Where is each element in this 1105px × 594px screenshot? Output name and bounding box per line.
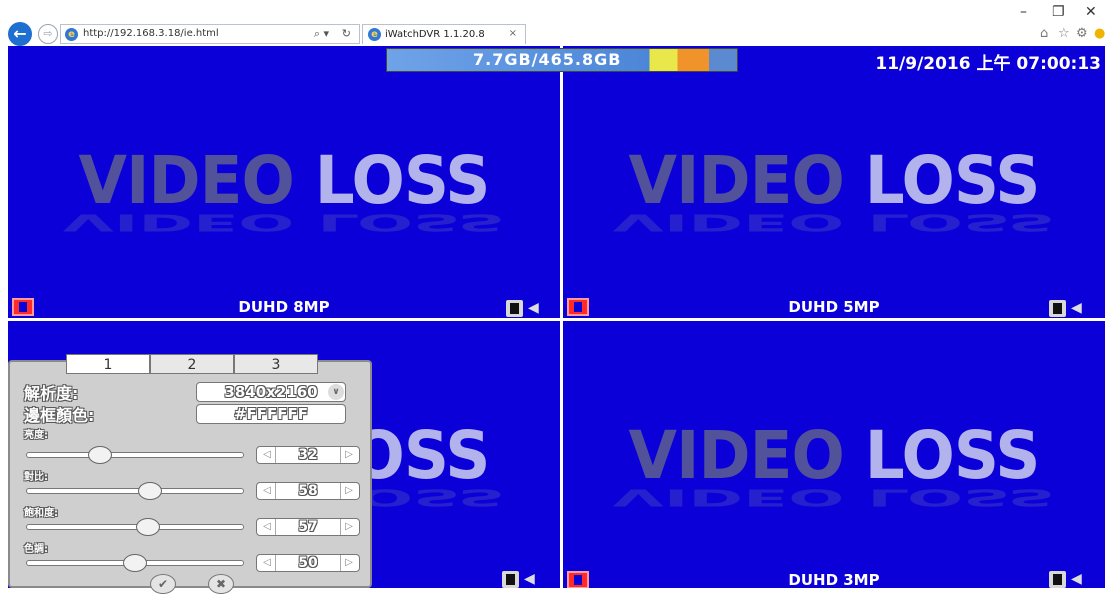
forward-icon[interactable]: ⇨ [38,24,58,44]
tab-title: iWatchDVR 1.1.20.8 [385,29,485,40]
increment-icon[interactable]: ▷ [340,447,357,463]
video-loss-reflection: VIDEO LOSS [612,209,1056,236]
saturation-value: 57 [298,519,318,535]
contrast-slider[interactable] [26,482,244,500]
record-icon[interactable] [506,300,523,317]
slider-thumb[interactable] [138,482,162,500]
saturation-slider[interactable] [26,518,244,536]
border-color-label: 邊框顏色: [24,406,95,425]
camera-controls: ◀ [1049,571,1089,588]
ie-icon: e [65,28,78,41]
record-icon[interactable] [1049,571,1066,588]
camera-cell-4[interactable]: VIDEO LOSS VIDEO LOSS DUHD 3MP ◀ [563,321,1105,588]
camera-settings-panel: 1 2 3 解析度: 3840x2160 ∨ 邊框顏色: #FFFFFF 亮度:… [8,354,372,588]
speaker-icon[interactable]: ◀ [1071,571,1082,587]
settings-tabs: 1 2 3 [66,354,324,376]
decrement-icon[interactable]: ◁ [259,447,276,463]
contrast-value: 58 [298,483,318,499]
video-loss-text: VIDEO LOSS [628,417,1041,494]
speaker-icon[interactable]: ◀ [524,571,535,587]
border-color-field[interactable]: #FFFFFF [196,404,346,424]
hue-slider[interactable] [26,554,244,572]
dvr-viewer: VIDEO LOSS VIDEO LOSS DUHD 8MP ◀ VIDEO L… [0,46,1105,594]
resolution-value: 3840x2160 [224,383,318,401]
camera-cell-2[interactable]: VIDEO LOSS VIDEO LOSS DUHD 5MP ◀ [563,46,1105,318]
hdd-usage-bar: 7.7GB/465.8GB [386,48,738,72]
back-icon[interactable]: ← [8,22,32,46]
restore-icon[interactable]: ❐ [1052,4,1065,20]
camera-controls: ◀ [1049,300,1089,318]
decrement-icon[interactable]: ◁ [259,555,276,571]
video-loss-text: VIDEO LOSS [78,142,491,219]
resolution-label: 解析度: [24,384,79,403]
address-bar[interactable]: e http://192.168.3.18/ie.html ⌕ ▾ ↻ [60,24,360,44]
slider-thumb[interactable] [136,518,160,536]
speaker-icon[interactable]: ◀ [528,300,539,316]
tab-close-icon[interactable]: × [509,28,517,39]
contrast-label: 對比: [24,472,48,483]
video-loss-reflection: VIDEO LOSS [62,209,506,236]
tab-3[interactable]: 3 [234,354,318,374]
datetime-display: 11/9/2016 上午 07:00:13 [875,54,1101,74]
brightness-slider[interactable] [26,446,244,464]
ie-icon: e [368,28,381,41]
confirm-button[interactable]: ✔ [150,574,176,594]
camera-cell-1[interactable]: VIDEO LOSS VIDEO LOSS DUHD 8MP ◀ [8,46,560,318]
refresh-icon[interactable]: ↻ [342,27,351,40]
increment-icon[interactable]: ▷ [340,483,357,499]
hue-stepper[interactable]: ◁ 50 ▷ [256,554,360,572]
slider-thumb[interactable] [88,446,112,464]
camera-controls: ◀ [506,300,546,318]
increment-icon[interactable]: ▷ [340,555,357,571]
slider-thumb[interactable] [123,554,147,572]
close-window-icon[interactable]: ✕ [1085,4,1097,20]
contrast-stepper[interactable]: ◁ 58 ▷ [256,482,360,500]
gear-icon[interactable]: ⚙ [1076,26,1088,41]
url-text: http://192.168.3.18/ie.html [83,28,219,39]
tab-2[interactable]: 2 [150,354,234,374]
brightness-stepper[interactable]: ◁ 32 ▷ [256,446,360,464]
hue-label: 色調: [24,544,48,555]
camera-label: DUHD 3MP [788,571,880,588]
video-loss-text: VIDEO LOSS [628,142,1041,219]
smiley-icon[interactable]: ● [1094,26,1105,41]
search-dropdown-icon[interactable]: ⌕ ▾ [314,27,329,41]
video-loss-reflection: VIDEO LOSS [612,484,1056,511]
camera-label: DUHD 8MP [238,298,330,316]
saturation-label: 飽和度: [24,508,58,519]
camera-controls: ◀ [502,571,542,588]
star-icon[interactable]: ☆ [1058,26,1070,41]
chevron-down-icon[interactable]: ∨ [328,384,344,400]
camera-label: DUHD 5MP [788,298,880,316]
browser-tab[interactable]: e iWatchDVR 1.1.20.8 × [362,24,526,44]
record-icon[interactable] [1049,300,1066,317]
speaker-icon[interactable]: ◀ [1071,300,1082,316]
decrement-icon[interactable]: ◁ [259,483,276,499]
browser-chrome: ← ⇨ e http://192.168.3.18/ie.html ⌕ ▾ ↻ … [0,0,1105,46]
minimize-icon[interactable]: – [1020,4,1027,20]
increment-icon[interactable]: ▷ [340,519,357,535]
decrement-icon[interactable]: ◁ [259,519,276,535]
resolution-select[interactable]: 3840x2160 ∨ [196,382,346,402]
home-icon[interactable]: ⌂ [1040,26,1048,41]
brightness-label: 亮度: [24,430,48,441]
hdd-usage-text: 7.7GB/465.8GB [473,50,622,69]
cancel-button[interactable]: ✖ [208,574,234,594]
record-icon[interactable] [502,571,519,588]
tab-1[interactable]: 1 [66,354,150,374]
hue-value: 50 [298,555,318,571]
saturation-stepper[interactable]: ◁ 57 ▷ [256,518,360,536]
brightness-value: 32 [298,447,318,463]
